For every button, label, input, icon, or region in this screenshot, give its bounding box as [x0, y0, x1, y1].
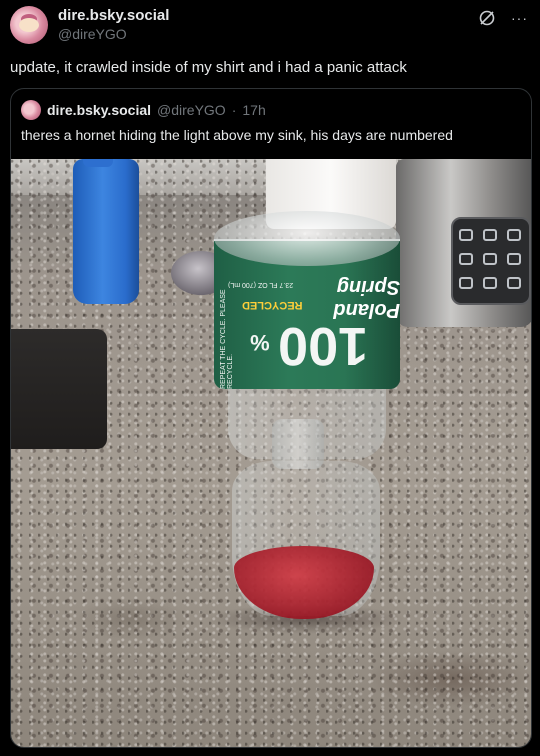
cut-water-bottle-trap: REPEAT THE CYCLE. PLEASE RECYCLE. 23.7 F… [214, 211, 400, 621]
quote-display-name[interactable]: dire.bsky.social [47, 102, 151, 118]
more-options-icon[interactable]: ··· [511, 10, 528, 26]
quoted-post[interactable]: dire.bsky.social @direYGO · 17h theres a… [10, 88, 532, 748]
author-names: dire.bsky.social @direYGO [58, 7, 169, 43]
label-volume-text: 23.7 FL OZ (700 mL) [228, 281, 294, 288]
grok-icon[interactable] [477, 8, 497, 28]
label-recycled-text: RECYCLED [242, 299, 303, 311]
sink [11, 329, 107, 449]
inverted-bottle-neck [272, 419, 324, 469]
author-handle[interactable]: @direYGO [58, 25, 169, 43]
post-text: update, it crawled inside of my shirt an… [10, 59, 407, 76]
quote-separator: · [231, 102, 237, 118]
post-photo[interactable]: REPEAT THE CYCLE. PLEASE RECYCLE. 23.7 F… [11, 159, 531, 747]
quote-header: dire.bsky.social @direYGO · 17h [21, 99, 266, 121]
label-percent-text: % [250, 330, 270, 355]
quote-text: theres a hornet hiding the light above m… [21, 127, 453, 143]
author-display-name[interactable]: dire.bsky.social [58, 7, 169, 25]
dish-soap-bottle [73, 159, 139, 304]
header-actions: ··· [477, 8, 528, 28]
avatar[interactable] [10, 6, 48, 44]
post-header: dire.bsky.social @direYGO ··· [10, 4, 530, 46]
label-side-text: REPEAT THE CYCLE. PLEASE RECYCLE. [220, 289, 234, 389]
appliance-control-panel [451, 217, 531, 305]
quote-timestamp[interactable]: 17h [242, 102, 265, 118]
bottle-top-rim [214, 211, 400, 266]
quote-avatar[interactable] [21, 100, 41, 120]
quote-handle[interactable]: @direYGO [157, 102, 226, 118]
label-100-text: 100 [278, 316, 369, 376]
rice-cooker [396, 159, 531, 327]
